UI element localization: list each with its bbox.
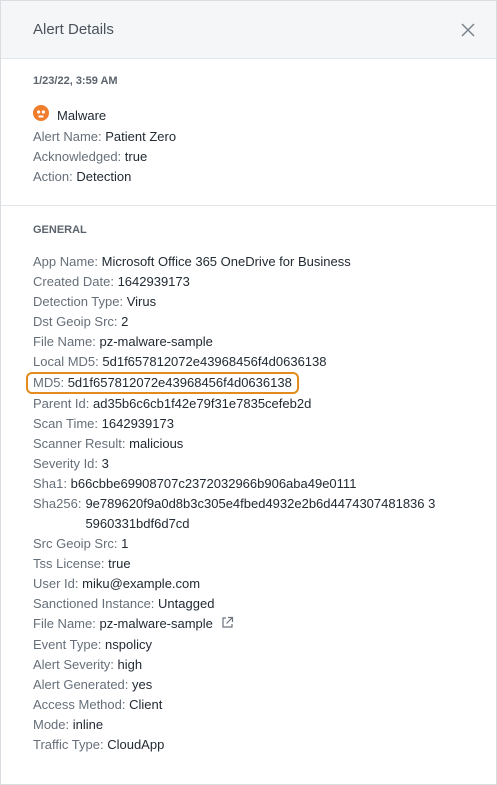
field-value: 2 <box>121 314 129 329</box>
alert-timestamp: 1/23/22, 3:59 AM <box>33 75 118 87</box>
field-value: 9e789620f9a0d8b3c305e4fbed4932e2b6d44743… <box>85 496 436 531</box>
field-label: File Name: <box>33 616 96 631</box>
general-section: GENERAL App Name: Microsoft Office 365 O… <box>1 206 496 755</box>
general-row: Src Geoip Src: 1 <box>33 534 464 554</box>
field-label: Sanctioned Instance: <box>33 596 155 611</box>
field-value: 5d1f657812072e43968456f4d0636138 <box>67 375 292 390</box>
general-row: Sanctioned Instance: Untagged <box>33 594 464 614</box>
field-value: 1642939173 <box>101 416 174 431</box>
field-value: b66cbbe69908707c2372032966b906aba49e0111 <box>70 476 357 491</box>
field-value: pz-malware-sample <box>99 334 213 349</box>
general-row: Alert Severity: high <box>33 655 464 675</box>
general-row: Traffic Type: CloudApp <box>33 735 464 755</box>
field-label: Severity Id: <box>33 456 99 471</box>
field-label: Created Date: <box>33 274 114 289</box>
general-row: Scan Time: 1642939173 <box>33 414 464 434</box>
general-row: Alert Generated: yes <box>33 675 464 695</box>
field-label: Traffic Type: <box>33 736 104 752</box>
general-row: Scanner Result: malicious <box>33 434 464 454</box>
field-label: Action: <box>33 169 73 184</box>
field-label: Mode: <box>33 716 70 732</box>
field-value: Detection <box>76 169 132 184</box>
field-label: Scanner Result: <box>33 436 126 451</box>
general-row: Event Type: nspolicy <box>33 635 464 655</box>
general-row: File Name: pz-malware-sample <box>33 332 464 352</box>
field-value: 1642939173 <box>117 274 190 289</box>
field-value: yes <box>132 676 153 692</box>
field-value: malicious <box>129 436 184 451</box>
general-row: User Id: miku@example.com <box>33 574 464 594</box>
panel-header: Alert Details <box>1 1 496 59</box>
alert-type-label: Malware <box>57 108 107 123</box>
field-label: Sha1: <box>33 476 67 491</box>
section-heading: GENERAL <box>33 224 87 236</box>
alert-summary: 1/23/22, 3:59 AM Malware Alert Name: Pat… <box>1 59 496 206</box>
field-label: Event Type: <box>33 636 102 652</box>
field-label: MD5: <box>33 375 65 390</box>
field-label: User Id: <box>33 576 79 591</box>
field-label: Alert Name: <box>33 129 102 144</box>
field-label: Tss License: <box>33 556 105 571</box>
general-row: Tss License: true <box>33 554 464 574</box>
field-label: Parent Id: <box>33 396 90 411</box>
field-label: Sha256: <box>33 496 82 511</box>
field-value: Untagged <box>158 596 215 611</box>
field-value: pz-malware-sample <box>99 616 213 631</box>
general-row: File Name: pz-malware-sample <box>33 614 464 635</box>
field-label: Dst Geoip Src: <box>33 314 118 329</box>
field-value: ad35b6c6cb1f42e79f31e7835cefeb2d <box>93 396 312 411</box>
general-row: Created Date: 1642939173 <box>33 272 464 292</box>
field-value: nspolicy <box>105 636 153 652</box>
field-label: Alert Generated: <box>33 676 129 692</box>
field-value: miku@example.com <box>82 576 201 591</box>
general-row-highlighted: MD5: 5d1f657812072e43968456f4d0636138 <box>26 372 464 394</box>
external-link-icon[interactable] <box>221 615 234 635</box>
general-row: Mode: inline <box>33 715 464 735</box>
field-value: Patient Zero <box>105 129 177 144</box>
field-value: true <box>108 556 131 571</box>
panel-title: Alert Details <box>33 21 114 38</box>
skull-icon <box>33 105 49 127</box>
alert-type: Malware <box>33 105 464 127</box>
field-value: inline <box>72 716 104 732</box>
general-row: Detection Type: Virus <box>33 292 464 312</box>
field-value: 3 <box>101 456 109 471</box>
general-row: App Name: Microsoft Office 365 OneDrive … <box>33 252 464 272</box>
general-row: Dst Geoip Src: 2 <box>33 312 464 332</box>
field-value: Virus <box>126 294 157 309</box>
summary-row: Action: Detection <box>33 167 464 187</box>
general-row: Sha1: b66cbbe69908707c2372032966b906aba4… <box>33 474 464 494</box>
field-label: Scan Time: <box>33 416 99 431</box>
md5-highlight: MD5: 5d1f657812072e43968456f4d0636138 <box>26 372 299 394</box>
field-value: Microsoft Office 365 OneDrive for Busine… <box>101 254 351 269</box>
summary-row: Acknowledged: true <box>33 147 464 167</box>
field-value: 5d1f657812072e43968456f4d0636138 <box>102 354 327 369</box>
field-value: 1 <box>121 536 129 551</box>
field-label: File Name: <box>33 334 96 349</box>
field-label: Local MD5: <box>33 354 99 369</box>
field-value: true <box>124 149 148 164</box>
field-label: Acknowledged: <box>33 149 122 164</box>
general-row: Parent Id: ad35b6c6cb1f42e79f31e7835cefe… <box>33 394 464 414</box>
field-label: Access Method: <box>33 696 126 712</box>
close-icon[interactable] <box>458 20 478 40</box>
general-row: Sha256: 9e789620f9a0d8b3c305e4fbed4932e2b… <box>33 494 464 534</box>
general-row: Access Method: Client <box>33 695 464 715</box>
field-value: CloudApp <box>107 736 165 752</box>
general-row: Severity Id: 3 <box>33 454 464 474</box>
field-label: Src Geoip Src: <box>33 536 118 551</box>
field-label: Alert Severity: <box>33 656 114 672</box>
general-row: Local MD5: 5d1f657812072e43968456f4d0636… <box>33 352 464 372</box>
field-value: Client <box>129 696 163 712</box>
alert-details-panel: Alert Details 1/23/22, 3:59 AM Malware A… <box>0 0 497 785</box>
field-label: Detection Type: <box>33 294 124 309</box>
summary-row: Alert Name: Patient Zero <box>33 127 464 147</box>
field-value: high <box>117 656 143 672</box>
field-label: App Name: <box>33 254 99 269</box>
